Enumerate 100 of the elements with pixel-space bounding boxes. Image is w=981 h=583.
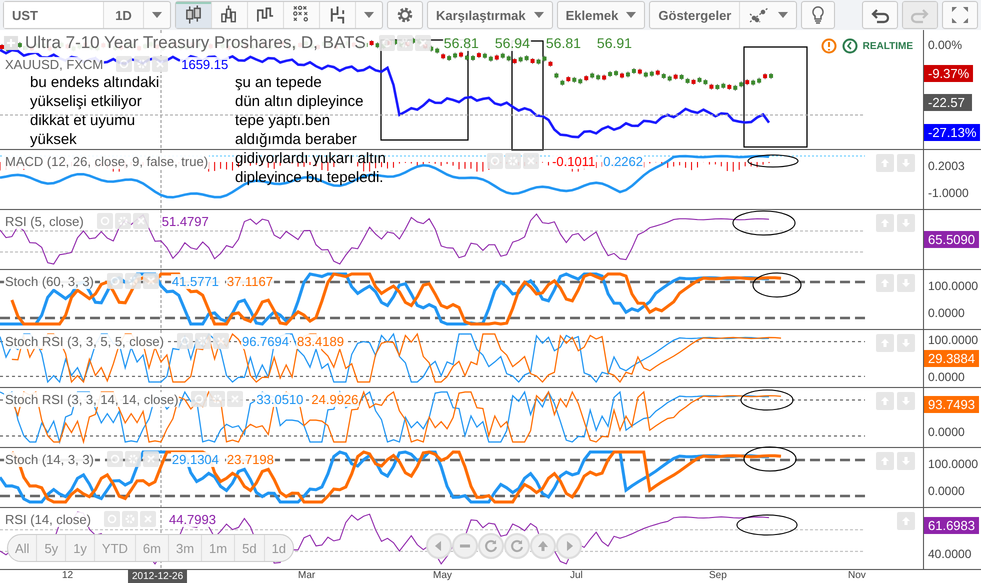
indicators-button[interactable]: Göstergeler: [650, 2, 740, 28]
arrow-down-icon: [901, 396, 911, 406]
range-button[interactable]: 6m: [136, 535, 169, 561]
caret-icon: [778, 12, 788, 18]
price-tag: -22.57: [924, 94, 972, 112]
chart-type-button[interactable]: [176, 2, 212, 28]
compare-symbol: XAUUSD, FXCM: [4, 56, 104, 72]
move-up-button[interactable]: [876, 274, 894, 292]
interval-dropdown[interactable]: 1D: [104, 2, 144, 28]
close-button[interactable]: [132, 213, 149, 229]
move-up-button[interactable]: [876, 214, 894, 232]
close-button[interactable]: [212, 333, 229, 349]
eye-button[interactable]: [176, 333, 193, 349]
close-button[interactable]: [142, 273, 159, 289]
axis-label: 0.2003: [927, 158, 965, 173]
range-button[interactable]: 1m: [202, 535, 236, 561]
date-label: Mar: [298, 570, 316, 581]
eye-button[interactable]: [378, 35, 395, 51]
axis-label: 0.0000: [927, 425, 965, 439]
arrow-down-icon: [901, 158, 911, 168]
move-up-button[interactable]: [897, 512, 915, 530]
plus-icon: [6, 38, 16, 48]
reset-button[interactable]: [478, 533, 504, 559]
move-up-button[interactable]: [876, 452, 894, 470]
candles-chart-icon: [184, 4, 203, 26]
range-button[interactable]: 1y: [66, 535, 95, 561]
range-button[interactable]: 5d: [235, 535, 265, 561]
eye-button[interactable]: [191, 391, 208, 407]
arrow-up-icon: [536, 539, 550, 553]
highlight-ellipse: [744, 446, 796, 472]
eye-button[interactable]: [106, 273, 123, 289]
annotation-text: bu endeks altındaki yükselişi etkiliyor dikkat et uyumu yüksek: [30, 73, 160, 149]
range-button[interactable]: YTD: [94, 535, 136, 561]
axis-label: 0.0000: [927, 306, 965, 320]
move-down-button[interactable]: [897, 154, 915, 172]
zoom-out-button[interactable]: [452, 533, 478, 559]
kagi-chart-icon: [328, 4, 347, 26]
axis-label: 100.0000: [927, 333, 978, 348]
axis-label: 0.00%: [927, 38, 962, 52]
arrow-up-icon: [880, 278, 890, 288]
indicator-title: RSI (5, close): [4, 214, 85, 228]
arrow-up-icon: [880, 396, 890, 406]
range-button[interactable]: All: [8, 535, 38, 561]
close-button[interactable]: [414, 35, 431, 51]
lightbulb-icon: [810, 5, 826, 25]
move-up-button[interactable]: [876, 392, 894, 410]
arrow-up-icon: [880, 456, 890, 466]
range-button[interactable]: 3m: [168, 535, 202, 561]
caret-icon: [626, 12, 636, 18]
range-button[interactable]: 5y: [37, 535, 66, 561]
indicator-title: MACD (12, 26, close, 9, false, true): [4, 154, 210, 168]
range-button[interactable]: 1d: [264, 535, 294, 561]
settings-icon: [126, 274, 140, 288]
close-button[interactable]: [227, 391, 244, 407]
move-down-button[interactable]: [897, 214, 915, 232]
move-down-button[interactable]: [897, 392, 915, 410]
highlight-ellipse: [748, 154, 798, 168]
arrow-down-icon: [901, 278, 911, 288]
eye-button[interactable]: [106, 451, 123, 467]
caret-icon: [152, 12, 162, 18]
indicator-title: Stoch RSI (3, 3, 14, 14, close): [4, 392, 180, 406]
axis-label: 100.0000: [927, 278, 978, 293]
fullscreen-icon: [951, 6, 969, 24]
axis-label: -1.0000: [927, 186, 969, 200]
date-label: Nov: [848, 570, 866, 581]
move-up-button[interactable]: [876, 154, 894, 172]
reset-view-button[interactable]: [504, 533, 530, 559]
scroll-right-button[interactable]: [556, 533, 582, 559]
zoom-in-button[interactable]: [530, 533, 556, 559]
price-value: 56.91: [596, 35, 633, 51]
indicator-title: Stoch (14, 3, 3): [4, 452, 95, 466]
axis-label: 0.0000: [927, 370, 965, 384]
price-tag: 93.7493: [924, 396, 979, 413]
arrow-up-icon: [880, 338, 890, 348]
indicator-value: 23.7198: [226, 452, 275, 466]
eye-button[interactable]: [487, 153, 504, 169]
realtime-label: REALTIME: [862, 40, 913, 52]
dropdown-button[interactable]: Eklemek: [558, 2, 644, 28]
symbol-field[interactable]: UST: [4, 2, 104, 28]
axis-label: 40.0000: [927, 546, 972, 560]
scroll-left-button[interactable]: [426, 533, 452, 559]
eye-button[interactable]: [96, 213, 113, 229]
dropdown-button[interactable]: Karşılaştırmak: [428, 2, 552, 28]
add-button[interactable]: [4, 36, 18, 50]
close-button[interactable]: [152, 56, 168, 72]
move-down-button[interactable]: [897, 274, 915, 292]
close-button[interactable]: [523, 153, 540, 169]
close-button[interactable]: [142, 451, 159, 467]
indicator-value: 24.9926: [310, 392, 360, 406]
settings-icon: [398, 36, 412, 50]
indicator-title: Stoch RSI (3, 3, 5, 5, close): [4, 334, 165, 348]
move-down-button[interactable]: [897, 452, 915, 470]
move-down-button[interactable]: [897, 334, 915, 352]
eye-button[interactable]: [116, 56, 132, 72]
indicator-value: 83.4189: [296, 334, 345, 348]
move-up-button[interactable]: [876, 334, 894, 352]
highlight-ellipse: [740, 390, 794, 410]
highlight-ellipse: [752, 272, 802, 298]
date-label: Sep: [709, 570, 727, 581]
indicator-title: Stoch (60, 3, 3): [4, 274, 95, 288]
